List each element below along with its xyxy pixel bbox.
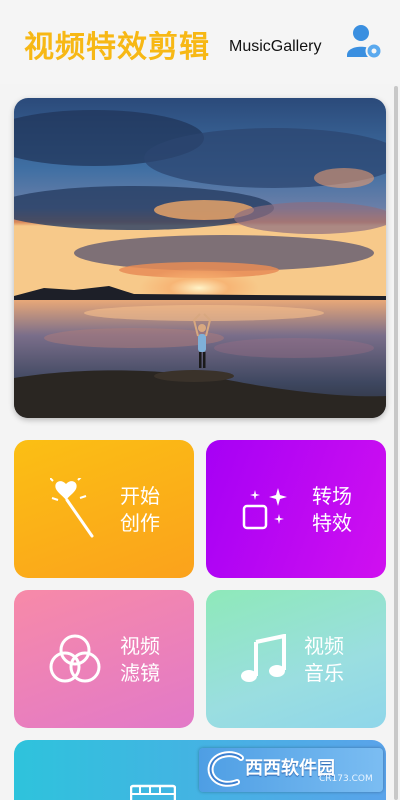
tile-label-line1: 视频: [120, 634, 160, 658]
tile-label-line1: 开始: [120, 484, 160, 508]
user-settings-button[interactable]: [344, 22, 384, 62]
tile-transition-effects[interactable]: 转场 特效: [206, 440, 386, 578]
sparkle-square-icon: [242, 488, 287, 530]
watermark-logo: 西西软件园 CR173.COM: [199, 748, 383, 792]
sunset-lake-photo: [14, 98, 386, 418]
hero-banner[interactable]: [14, 98, 386, 418]
app-subtitle: MusicGallery: [229, 38, 322, 55]
tile-label-line1: 转场: [312, 484, 352, 508]
filter-circles-icon: [49, 634, 101, 683]
tile-video-filter[interactable]: 视频 滤镜: [14, 590, 194, 728]
app-header: 视频特效剪辑 MusicGallery: [0, 0, 400, 84]
tile-label-line2: 滤镜: [120, 661, 160, 685]
scrollbar[interactable]: [394, 86, 398, 800]
user-settings-icon: [347, 25, 383, 60]
tile-label-line1: 视频: [304, 634, 344, 658]
tile-video-music[interactable]: 视频 音乐: [206, 590, 386, 728]
film-clapper-icon: [130, 784, 176, 800]
tile-label-line2: 音乐: [304, 661, 344, 685]
watermark-site: CR173.COM: [319, 774, 373, 784]
music-note-icon: [241, 634, 286, 682]
tile-start-create[interactable]: 开始 创作: [14, 440, 194, 578]
tile-label-line2: 特效: [312, 511, 352, 535]
app-title: 视频特效剪辑: [24, 30, 210, 65]
magic-wand-icon: [50, 478, 94, 538]
tile-label-line2: 创作: [120, 511, 160, 535]
